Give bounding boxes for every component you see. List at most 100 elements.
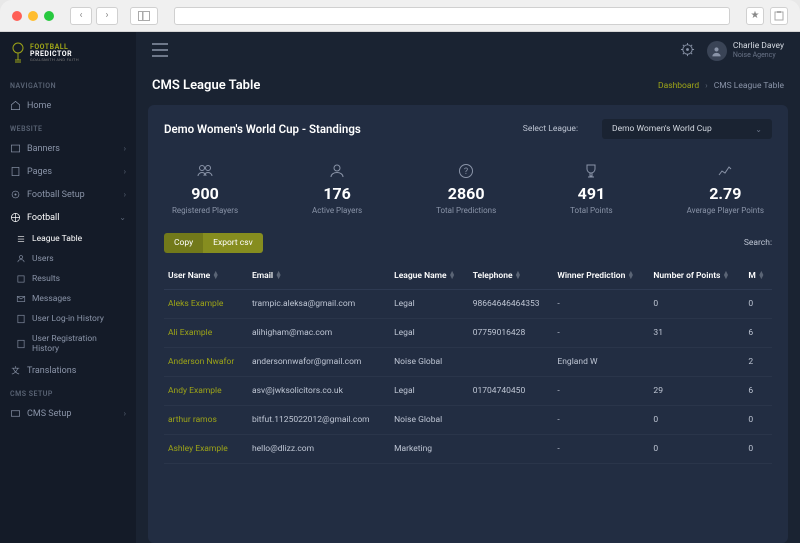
table-cell: Legal bbox=[390, 319, 469, 348]
sidebar-item-label: Pages bbox=[27, 167, 52, 177]
registration-icon bbox=[16, 339, 26, 349]
column-header[interactable]: League Name▲▼ bbox=[390, 263, 469, 290]
sidebar-item-label: CMS Setup bbox=[27, 409, 71, 419]
table-cell: bitfut.1125022012@gmail.com bbox=[248, 406, 390, 435]
minimize-window-icon[interactable] bbox=[28, 11, 38, 21]
table-cell: trampic.aleksa@gmail.com bbox=[248, 290, 390, 319]
chevron-right-icon: › bbox=[124, 167, 126, 176]
sidebar-sub-results[interactable]: Results bbox=[0, 269, 136, 289]
stat-value: 176 bbox=[323, 184, 351, 203]
table-cell: 98664646464353 bbox=[469, 290, 554, 319]
maximize-window-icon[interactable] bbox=[44, 11, 54, 21]
url-bar[interactable] bbox=[174, 7, 730, 25]
sidebar-sub-users[interactable]: Users bbox=[0, 249, 136, 269]
breadcrumb-separator: › bbox=[705, 81, 708, 91]
close-window-icon[interactable] bbox=[12, 11, 22, 21]
table-row[interactable]: arthur ramosbitfut.1125022012@gmail.comN… bbox=[164, 406, 772, 435]
sidebar-sub-registration-history[interactable]: User Registration History bbox=[0, 329, 136, 359]
traffic-lights bbox=[12, 11, 54, 21]
sidebar-sub-label: Users bbox=[32, 254, 54, 264]
help-icon: ? bbox=[458, 163, 474, 179]
sidebar-sub-login-history[interactable]: User Log-in History bbox=[0, 309, 136, 329]
banner-icon bbox=[10, 143, 21, 154]
stat-total-predictions: ? 2860 Total Predictions bbox=[436, 163, 496, 215]
sidebar-item-banners[interactable]: Banners › bbox=[0, 137, 136, 160]
home-icon bbox=[10, 100, 21, 111]
stats-row: 900 Registered Players 176 Active Player… bbox=[164, 163, 772, 215]
column-header[interactable]: Telephone▲▼ bbox=[469, 263, 554, 290]
sidebar-sub-label: User Log-in History bbox=[32, 314, 104, 324]
table-cell: Legal bbox=[390, 377, 469, 406]
export-csv-button[interactable]: Export csv bbox=[203, 233, 263, 253]
logo[interactable]: FOOTBALL PREDICTOR GOALSMITH AND FAITH bbox=[0, 42, 136, 74]
table-cell: 29 bbox=[649, 377, 744, 406]
table-cell: asv@jwksolicitors.co.uk bbox=[248, 377, 390, 406]
sidebar-item-label: Home bbox=[27, 101, 51, 111]
copy-button[interactable]: Copy bbox=[164, 233, 203, 253]
table-row[interactable]: Ashley Examplehello@dlizz.comMarketing-0… bbox=[164, 435, 772, 464]
sidebar-item-label: Translations bbox=[27, 366, 76, 376]
users-icon bbox=[16, 254, 26, 264]
sidebar: FOOTBALL PREDICTOR GOALSMITH AND FAITH N… bbox=[0, 32, 136, 543]
page-header: CMS League Table Dashboard › CMS League … bbox=[136, 70, 800, 105]
sidebar-item-pages[interactable]: Pages › bbox=[0, 160, 136, 183]
stat-label: Total Points bbox=[570, 206, 613, 215]
table-row[interactable]: Andy Exampleasv@jwksolicitors.co.ukLegal… bbox=[164, 377, 772, 406]
sidebar-item-football-setup[interactable]: Football Setup › bbox=[0, 183, 136, 206]
hamburger-button[interactable] bbox=[152, 42, 168, 61]
browser-tabs-button[interactable] bbox=[130, 7, 158, 25]
table-cell: Ali Example bbox=[164, 319, 248, 348]
table-cell: Andy Example bbox=[164, 377, 248, 406]
table-cell: Ashley Example bbox=[164, 435, 248, 464]
column-header[interactable]: M▲▼ bbox=[744, 263, 772, 290]
sidebar-sub-label: League Table bbox=[32, 234, 82, 244]
stat-total-points: 491 Total Points bbox=[570, 163, 613, 215]
sidebar-section-website: WEBSITE bbox=[0, 117, 136, 137]
table-row[interactable]: Aleks Exampletrampic.aleksa@gmail.comLeg… bbox=[164, 290, 772, 319]
table-cell: Marketing bbox=[390, 435, 469, 464]
breadcrumb: Dashboard › CMS League Table bbox=[658, 81, 784, 91]
search-label: Search: bbox=[744, 238, 772, 248]
history-icon bbox=[16, 314, 26, 324]
table-row[interactable]: Anderson Nwaforandersonnwafor@gmail.comN… bbox=[164, 348, 772, 377]
table-cell bbox=[469, 406, 554, 435]
chevron-down-icon: ⌄ bbox=[755, 125, 762, 134]
breadcrumb-dashboard[interactable]: Dashboard bbox=[658, 81, 699, 91]
column-header[interactable]: Number of Points▲▼ bbox=[649, 263, 744, 290]
stat-label: Registered Players bbox=[172, 206, 238, 215]
sidebar-item-cms-setup[interactable]: CMS Setup › bbox=[0, 402, 136, 425]
table-cell: 01704740450 bbox=[469, 377, 554, 406]
sidebar-item-label: Football bbox=[27, 213, 59, 223]
messages-icon bbox=[16, 294, 26, 304]
browser-forward-button[interactable]: › bbox=[96, 7, 118, 25]
football-icon bbox=[10, 212, 21, 223]
translations-icon: 文 bbox=[10, 365, 21, 376]
column-header[interactable]: Winner Prediction▲▼ bbox=[553, 263, 649, 290]
bookmark-star-icon[interactable]: ★ bbox=[746, 7, 764, 25]
browser-back-button[interactable]: ‹ bbox=[70, 7, 92, 25]
stat-value: 2860 bbox=[448, 184, 485, 203]
sidebar-item-label: Banners bbox=[27, 144, 60, 154]
main: Charlie Davey Noise Agency CMS League Ta… bbox=[136, 32, 800, 543]
column-header[interactable]: User Name▲▼ bbox=[164, 263, 248, 290]
sidebar-sub-messages[interactable]: Messages bbox=[0, 289, 136, 309]
league-select-dropdown[interactable]: Demo Women's World Cup ⌄ bbox=[602, 119, 772, 139]
league-select-value: Demo Women's World Cup bbox=[612, 124, 712, 134]
sidebar-item-football[interactable]: Football ⌄ bbox=[0, 206, 136, 229]
settings-button[interactable] bbox=[680, 42, 695, 61]
table-cell: hello@dlizz.com bbox=[248, 435, 390, 464]
browser-menu-icon[interactable] bbox=[770, 7, 788, 25]
sidebar-item-translations[interactable]: 文 Translations bbox=[0, 359, 136, 382]
gear-icon bbox=[680, 42, 695, 57]
league-select-label: Select League: bbox=[523, 124, 578, 134]
table-cell: England W bbox=[553, 348, 649, 377]
sidebar-sub-league-table[interactable]: League Table bbox=[0, 229, 136, 249]
trend-icon bbox=[717, 163, 733, 179]
table-cell: Noise Global bbox=[390, 406, 469, 435]
user-menu[interactable]: Charlie Davey Noise Agency bbox=[707, 41, 784, 61]
column-header[interactable]: Email▲▼ bbox=[248, 263, 390, 290]
table-cell: Anderson Nwafor bbox=[164, 348, 248, 377]
sidebar-item-home[interactable]: Home bbox=[0, 94, 136, 117]
table-row[interactable]: Ali Examplealihigham@mac.comLegal0775901… bbox=[164, 319, 772, 348]
svg-text:?: ? bbox=[464, 167, 468, 177]
